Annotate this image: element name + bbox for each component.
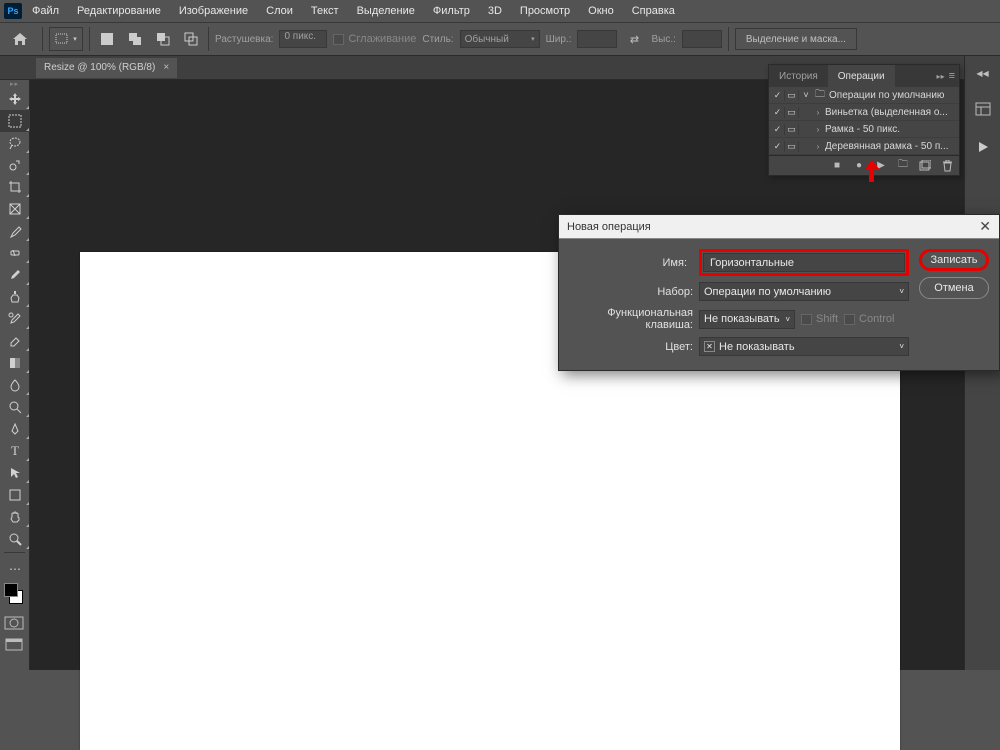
panel-tab-bar: История Операции ▸▸ ≡ bbox=[769, 65, 959, 87]
annotation-arrow bbox=[865, 160, 879, 182]
home-icon[interactable] bbox=[4, 26, 36, 52]
color-swatches[interactable] bbox=[0, 580, 29, 612]
style-select[interactable]: Обычный▾ bbox=[460, 30, 540, 48]
menu-text[interactable]: Текст bbox=[303, 2, 347, 20]
name-input[interactable] bbox=[703, 253, 905, 272]
brush-tool[interactable] bbox=[0, 264, 30, 286]
new-action-icon[interactable] bbox=[915, 158, 935, 174]
edit-toolbar-icon[interactable]: ⋯ bbox=[0, 558, 30, 580]
options-bar: ▾ Растушевка: 0 пикс. Сглаживание Стиль:… bbox=[0, 22, 1000, 56]
action-row[interactable]: ✓▭ › Деревянная рамка - 50 п... bbox=[769, 138, 959, 155]
dock-play-icon[interactable] bbox=[969, 134, 997, 160]
history-brush-tool[interactable] bbox=[0, 308, 30, 330]
trash-icon[interactable] bbox=[937, 158, 957, 174]
blur-tool[interactable] bbox=[0, 374, 30, 396]
app-icon: Ps bbox=[4, 3, 22, 19]
marquee-tool[interactable] bbox=[0, 110, 30, 132]
key-label: Функциональная клавиша: bbox=[569, 307, 699, 331]
swap-dims-icon[interactable]: ⇄ bbox=[623, 28, 645, 50]
selection-subtract-icon[interactable] bbox=[152, 28, 174, 50]
selection-intersect-icon[interactable] bbox=[180, 28, 202, 50]
dialog-title: Новая операция bbox=[567, 221, 651, 233]
document-tab-close-icon[interactable]: × bbox=[163, 62, 169, 73]
control-checkbox: Control bbox=[844, 313, 894, 325]
height-input bbox=[682, 30, 722, 48]
frame-tool[interactable] bbox=[0, 198, 30, 220]
shift-checkbox: Shift bbox=[801, 313, 838, 325]
menu-help[interactable]: Справка bbox=[624, 2, 683, 20]
menu-bar: Ps Файл Редактирование Изображение Слои … bbox=[0, 0, 1000, 22]
hand-tool[interactable] bbox=[0, 506, 30, 528]
stop-icon[interactable]: ■ bbox=[827, 158, 847, 174]
lasso-tool[interactable] bbox=[0, 132, 30, 154]
color-select[interactable]: ✕ Не показывать ˅ bbox=[699, 337, 909, 356]
dock-properties-icon[interactable] bbox=[969, 96, 997, 122]
selection-new-icon[interactable] bbox=[96, 28, 118, 50]
folder-icon: 🗀 bbox=[813, 87, 827, 104]
width-label: Шир.: bbox=[546, 34, 572, 45]
path-select-tool[interactable] bbox=[0, 462, 30, 484]
menu-view[interactable]: Просмотр bbox=[512, 2, 578, 20]
width-input bbox=[577, 30, 617, 48]
menu-select[interactable]: Выделение bbox=[349, 2, 423, 20]
toolbar-grip-icon[interactable]: ▸▸ bbox=[0, 80, 29, 88]
selection-add-icon[interactable] bbox=[124, 28, 146, 50]
screenmode-toggle[interactable] bbox=[0, 634, 29, 656]
quick-select-tool[interactable] bbox=[0, 154, 30, 176]
new-action-dialog: Новая операция ✕ Имя: Набор: Операции по… bbox=[558, 214, 1000, 371]
menu-file[interactable]: Файл bbox=[24, 2, 67, 20]
feather-label: Растушевка: bbox=[215, 34, 273, 45]
set-select[interactable]: Операции по умолчанию˅ bbox=[699, 282, 909, 301]
action-row[interactable]: ✓▭ › Рамка - 50 пикс. bbox=[769, 121, 959, 138]
style-label: Стиль: bbox=[422, 34, 453, 45]
antialias-checkbox: Сглаживание bbox=[333, 33, 416, 45]
dock-expand-icon[interactable]: ◀◀ bbox=[969, 60, 997, 86]
shape-tool[interactable] bbox=[0, 484, 30, 506]
actions-list: ✓▭˅ 🗀 Операции по умолчанию ✓▭ › Виньетк… bbox=[769, 87, 959, 155]
new-set-icon[interactable]: 🗀 bbox=[893, 158, 913, 174]
zoom-tool[interactable] bbox=[0, 528, 30, 550]
tool-bar: ▸▸ T ⋯ bbox=[0, 80, 30, 670]
document-tab[interactable]: Resize @ 100% (RGB/8) × bbox=[36, 58, 177, 78]
type-tool[interactable]: T bbox=[0, 440, 30, 462]
annotation-highlight bbox=[699, 249, 909, 276]
eraser-tool[interactable] bbox=[0, 330, 30, 352]
action-row[interactable]: ✓▭ › Виньетка (выделенная о... bbox=[769, 104, 959, 121]
feather-input[interactable]: 0 пикс. bbox=[279, 30, 327, 48]
tool-preset-picker[interactable]: ▾ bbox=[49, 27, 83, 51]
menu-layer[interactable]: Слои bbox=[258, 2, 301, 20]
healing-tool[interactable] bbox=[0, 242, 30, 264]
move-tool[interactable] bbox=[0, 88, 30, 110]
tab-history[interactable]: История bbox=[769, 65, 828, 87]
color-label: Цвет: bbox=[569, 341, 699, 353]
document-tab-label: Resize @ 100% (RGB/8) bbox=[44, 62, 155, 73]
dodge-tool[interactable] bbox=[0, 396, 30, 418]
cancel-button[interactable]: Отмена bbox=[919, 277, 989, 299]
name-label: Имя: bbox=[569, 257, 693, 269]
menu-image[interactable]: Изображение bbox=[171, 2, 256, 20]
menu-window[interactable]: Окно bbox=[580, 2, 622, 20]
menu-edit[interactable]: Редактирование bbox=[69, 2, 169, 20]
pen-tool[interactable] bbox=[0, 418, 30, 440]
panel-menu-icon[interactable]: ≡ bbox=[949, 70, 955, 82]
menu-3d[interactable]: 3D bbox=[480, 2, 510, 20]
panel-collapse-icon[interactable]: ▸▸ bbox=[937, 72, 945, 81]
clone-tool[interactable] bbox=[0, 286, 30, 308]
action-set-row[interactable]: ✓▭˅ 🗀 Операции по умолчанию bbox=[769, 87, 959, 104]
dialog-title-bar[interactable]: Новая операция ✕ bbox=[559, 215, 999, 239]
crop-tool[interactable] bbox=[0, 176, 30, 198]
quickmask-toggle[interactable] bbox=[0, 612, 29, 634]
record-button[interactable]: Записать bbox=[919, 249, 989, 271]
tab-actions[interactable]: Операции bbox=[828, 65, 895, 87]
foreground-color-swatch[interactable] bbox=[4, 583, 18, 597]
menu-filter[interactable]: Фильтр bbox=[425, 2, 478, 20]
function-key-select[interactable]: Не показывать˅ bbox=[699, 310, 795, 329]
gradient-tool[interactable] bbox=[0, 352, 30, 374]
eyedropper-tool[interactable] bbox=[0, 220, 30, 242]
height-label: Выс.: bbox=[651, 34, 675, 45]
set-label: Набор: bbox=[569, 286, 699, 298]
select-and-mask-button[interactable]: Выделение и маска... bbox=[735, 28, 857, 50]
dialog-close-icon[interactable]: ✕ bbox=[979, 218, 991, 235]
